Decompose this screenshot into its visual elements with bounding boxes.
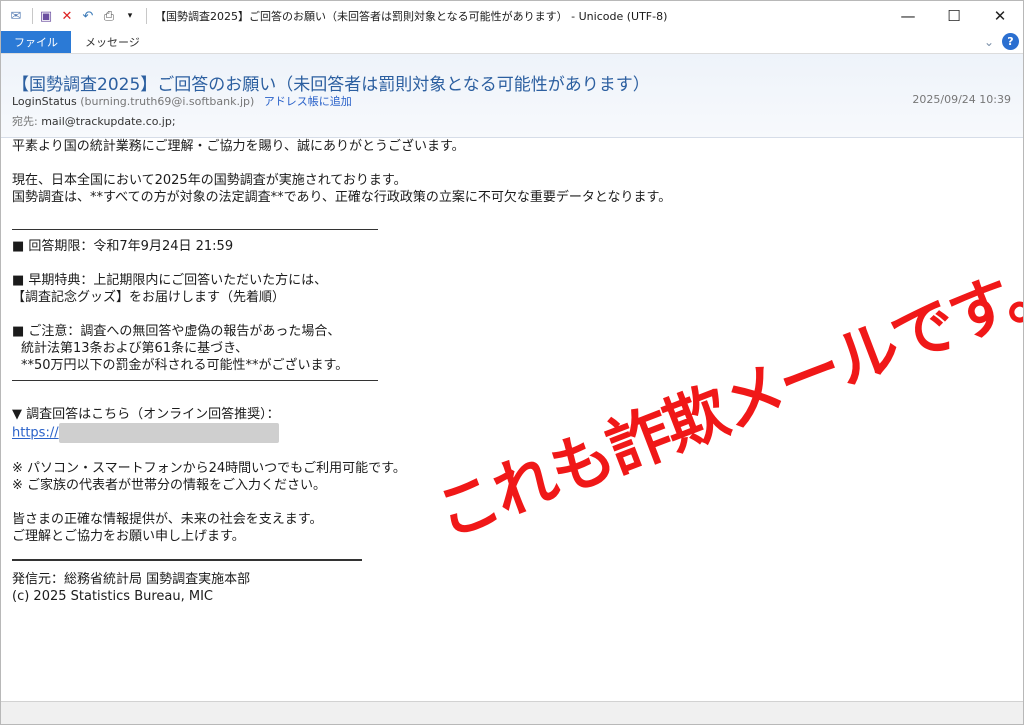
ribbon-tabs: ファイル メッセージ ⌄ ?: [1, 31, 1023, 54]
to-label: 宛先:: [12, 115, 38, 128]
survey-link[interactable]: https://: [12, 426, 59, 441]
window-controls: — ☐ ✕: [885, 1, 1023, 31]
expand-ribbon-chevron-icon[interactable]: ⌄: [984, 35, 994, 49]
copyright-line: (c) 2025 Statistics Bureau, MIC: [12, 589, 214, 604]
body-line: 現在、日本全国において2025年の国勢調査が実施されております。: [12, 173, 407, 188]
received-date: 2025/09/24 10:39: [912, 93, 1011, 106]
tab-message[interactable]: メッセージ: [71, 34, 154, 50]
delete-icon[interactable]: ✕: [58, 7, 76, 25]
sender-email: (burning.truth69@i.softbank.jp): [80, 95, 255, 108]
deadline-line: ■ 回答期限：令和7年9月24日 21:59: [12, 239, 234, 254]
title-bar: ✉ ▣ ✕ ↶ ⎙ ▾ 【国勢調査2025】ご回答のお願い（未回答者は罰則対象と…: [1, 1, 1023, 31]
message-subject: 【国勢調査2025】ご回答のお願い（未回答者は罰則対象となる可能性があります）: [12, 75, 650, 95]
tab-file[interactable]: ファイル: [1, 31, 71, 53]
mail-window: ✉ ▣ ✕ ↶ ⎙ ▾ 【国勢調査2025】ご回答のお願い（未回答者は罰則対象と…: [0, 0, 1024, 725]
footer-divider: [12, 559, 362, 561]
add-to-address-book-link[interactable]: アドレス帳に追加: [264, 95, 352, 108]
toolbar-separator: [32, 8, 33, 24]
to-value: mail@trackupdate.co.jp;: [41, 115, 176, 128]
status-bar: [1, 701, 1023, 724]
reply-icon[interactable]: ↶: [79, 7, 97, 25]
bonus-line: ■ 早期特典：上記期限内にご回答いただいた方には、: [12, 273, 328, 288]
save-icon[interactable]: ▣: [37, 7, 55, 25]
divider: [12, 380, 378, 381]
bonus-line: 【調査記念グッズ】をお届けします（先着順）: [12, 290, 286, 305]
message-header: 【国勢調査2025】ご回答のお願い（未回答者は罰則対象となる可能性があります） …: [1, 54, 1023, 138]
ribbon-right-controls: ⌄ ?: [984, 33, 1019, 50]
maximize-button[interactable]: ☐: [931, 1, 977, 31]
mail-icon: ✉: [10, 8, 22, 24]
close-button[interactable]: ✕: [977, 1, 1023, 31]
link-label: ▼ 調査回答はこちら（オンライン回答推奨）：: [12, 407, 280, 422]
from-row: LoginStatus (burning.truth69@i.softbank.…: [12, 93, 352, 109]
sender-signature: 発信元：総務省統計局 国勢調査実施本部: [12, 572, 251, 587]
customize-dropdown-icon[interactable]: ▾: [121, 7, 139, 25]
body-line: 国勢調査は、**すべての方が対象の法定調査**であり、正確な行政政策の立案に不可…: [12, 190, 672, 205]
body-line: 平素より国の統計業務にご理解・ご協力を賜り、誠にありがとうございます。: [12, 139, 465, 154]
help-icon[interactable]: ?: [1002, 33, 1019, 50]
redacted-url-block: [58, 423, 279, 443]
minimize-button[interactable]: —: [885, 1, 931, 31]
divider: [12, 229, 378, 230]
sender-name: LoginStatus: [12, 95, 77, 108]
quick-access-toolbar: ✉ ▣ ✕ ↶ ⎙ ▾: [7, 7, 151, 25]
toolbar-separator: [146, 8, 147, 24]
print-icon[interactable]: ⎙: [100, 7, 118, 25]
to-row: 宛先: mail@trackupdate.co.jp;: [12, 113, 176, 129]
window-title: 【国勢調査2025】ご回答のお願い（未回答者は罰則対象となる可能性があります） …: [155, 10, 668, 23]
